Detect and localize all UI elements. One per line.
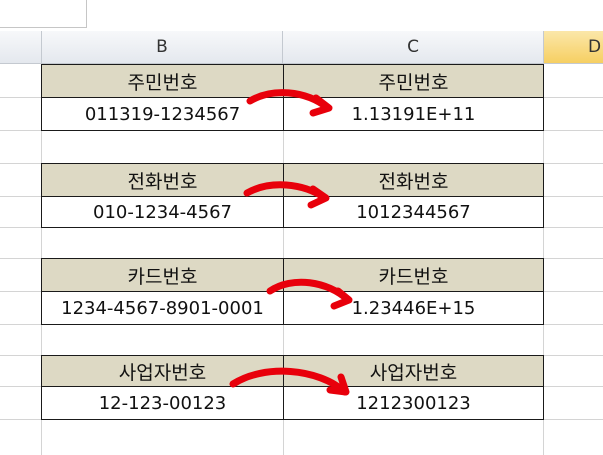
annotation-arrows bbox=[229, 89, 353, 396]
arrow-icon bbox=[309, 94, 333, 117]
arrow-icon bbox=[307, 185, 330, 209]
